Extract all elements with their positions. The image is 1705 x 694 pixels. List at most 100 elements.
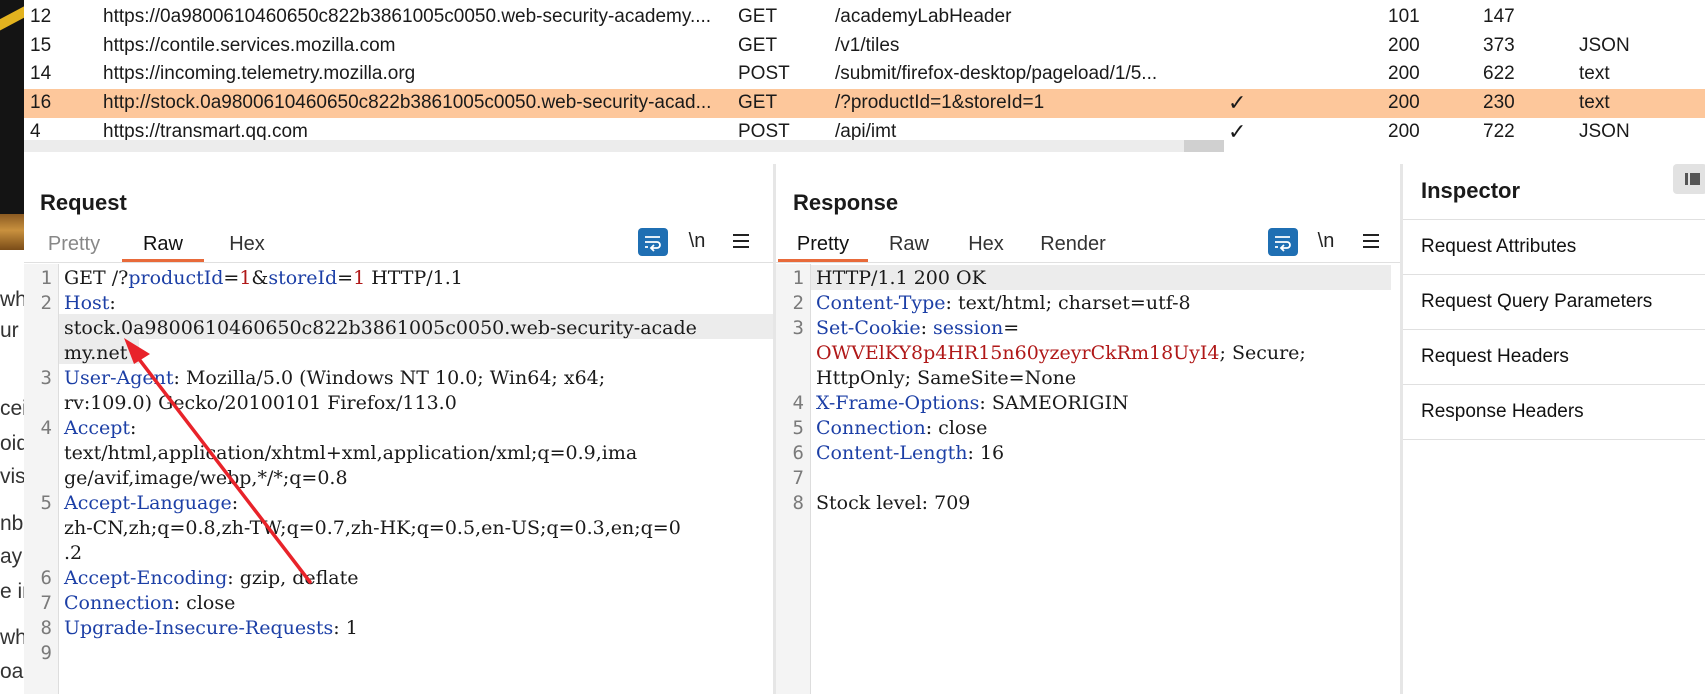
background-text-fragment: whe bbox=[0, 626, 24, 649]
wrap-lines-button[interactable] bbox=[638, 228, 668, 256]
background-text-fragment: oac bbox=[0, 660, 24, 683]
tab-hex[interactable]: Hex bbox=[214, 226, 280, 262]
line-number: 3 bbox=[40, 367, 52, 389]
header-host-value: stock.0a9800610460650c822b3861005c0050.w… bbox=[64, 317, 697, 339]
param-name: productId bbox=[128, 267, 224, 289]
hamburger-icon bbox=[1363, 234, 1379, 248]
header-content-type: Content-Type: text/html; charset=utf-8 bbox=[816, 291, 1400, 316]
header-connection: Connection: close bbox=[816, 416, 1400, 441]
row-length: 147 bbox=[1483, 6, 1515, 27]
line-number: 4 bbox=[40, 417, 52, 439]
show-newlines-button[interactable]: \n bbox=[1311, 226, 1341, 256]
header-host-value-wrap: my.net bbox=[64, 342, 128, 364]
inspector-collapse-button[interactable] bbox=[1673, 164, 1705, 194]
response-title: Response bbox=[793, 190, 899, 215]
tab-pretty[interactable]: Pretty bbox=[778, 226, 868, 262]
row-edited-check: ✓ bbox=[1228, 119, 1247, 140]
header-key: User-Agent bbox=[64, 367, 174, 389]
row-edited-check: ✓ bbox=[1228, 90, 1247, 115]
row-id: 15 bbox=[30, 35, 52, 56]
header-key: Content-Length bbox=[816, 442, 968, 464]
background-text-fragment: nbo bbox=[0, 512, 24, 535]
response-pane: Response Pretty Raw Hex Render \n 1 2 3 … bbox=[776, 164, 1400, 694]
request-pane: Request Pretty Raw Hex \n 1 2 3 4 5 6 7 … bbox=[24, 164, 773, 694]
tab-hex[interactable]: Hex bbox=[954, 226, 1018, 262]
response-editor[interactable]: 1 2 3 4 5 6 7 8 HTTP/1.1 200 OK Content-… bbox=[776, 264, 1400, 694]
code-text: : bbox=[130, 417, 137, 439]
row-url: /?productId=1&storeId=1 bbox=[835, 92, 1045, 113]
background-text-fragment: vish bbox=[0, 465, 24, 488]
wrap-lines-button[interactable] bbox=[1268, 228, 1298, 256]
tab-pretty[interactable]: Pretty bbox=[34, 226, 114, 262]
row-status: 200 bbox=[1388, 35, 1420, 56]
row-status: 200 bbox=[1388, 121, 1420, 140]
wrap-icon bbox=[645, 236, 661, 252]
line-number: 3 bbox=[792, 317, 804, 339]
table-row[interactable]: 15 https://contile.services.mozilla.com … bbox=[24, 32, 1705, 61]
row-method: GET bbox=[738, 6, 778, 27]
header-accept-language-wrap: .2 bbox=[64, 542, 83, 564]
background-text-fragment: ur bbox=[0, 319, 19, 342]
header-accept-language: Accept-Language: bbox=[64, 491, 773, 516]
header-value: : Mozilla/5.0 (Windows NT 10.0; Win64; x… bbox=[173, 367, 606, 389]
param-name: storeId bbox=[268, 267, 338, 289]
row-url: /submit/firefox-desktop/pageload/1/5... bbox=[835, 63, 1158, 84]
code-text: HTTP/1.1 bbox=[365, 267, 463, 289]
inspector-item-response-headers[interactable]: Response Headers bbox=[1421, 384, 1701, 439]
row-length: 622 bbox=[1483, 63, 1515, 84]
row-length: 373 bbox=[1483, 35, 1515, 56]
response-menu-button[interactable] bbox=[1356, 226, 1386, 256]
background-window-strip: wh ur cei oid vish nbo ay e in whe oac bbox=[0, 0, 24, 694]
row-status: 200 bbox=[1388, 92, 1420, 113]
row-method: GET bbox=[738, 35, 778, 56]
header-value: : gzip, deflate bbox=[227, 567, 359, 589]
header-accept: Accept: bbox=[64, 416, 773, 441]
request-menu-button[interactable] bbox=[726, 226, 756, 256]
table-row[interactable]: 4 https://transmart.qq.com POST /api/imt… bbox=[24, 118, 1705, 140]
tab-raw[interactable]: Raw bbox=[122, 226, 204, 262]
table-row[interactable]: 14 https://incoming.telemetry.mozilla.or… bbox=[24, 60, 1705, 89]
code-text: : bbox=[920, 317, 934, 339]
row-mime: text bbox=[1579, 92, 1610, 113]
row-id: 4 bbox=[30, 121, 41, 140]
header-key: Upgrade-Insecure-Requests bbox=[64, 617, 334, 639]
header-value: : SAMEORIGIN bbox=[979, 392, 1129, 414]
row-id: 12 bbox=[30, 6, 52, 27]
tab-render[interactable]: Render bbox=[1028, 226, 1118, 262]
inspector-item-request-attributes[interactable]: Request Attributes bbox=[1421, 219, 1701, 274]
line-number: 4 bbox=[792, 392, 804, 414]
header-key: Content-Type bbox=[816, 292, 946, 314]
line-number: 8 bbox=[40, 617, 52, 639]
table-row[interactable]: 12 https://0a9800610460650c822b3861005c0… bbox=[24, 3, 1705, 32]
show-newlines-button[interactable]: \n bbox=[682, 226, 712, 256]
row-status: 200 bbox=[1388, 63, 1420, 84]
tabs-divider bbox=[24, 262, 773, 263]
status-line: HTTP/1.1 200 OK bbox=[816, 267, 986, 289]
cookie-value: OWVElKY8p4HR15n60yzeyrCkRm18UyI4 bbox=[816, 342, 1220, 364]
param-value: 1 bbox=[353, 267, 366, 289]
line-number: 9 bbox=[40, 642, 52, 664]
line-number: 2 bbox=[40, 292, 52, 314]
row-method: GET bbox=[738, 92, 778, 113]
inspector-item-request-headers[interactable]: Request Headers bbox=[1421, 329, 1701, 384]
code-text: = bbox=[337, 267, 354, 289]
scrollbar-thumb[interactable] bbox=[1184, 140, 1224, 152]
wrap-icon bbox=[1275, 236, 1291, 252]
inspector-item-request-query-parameters[interactable]: Request Query Parameters bbox=[1421, 274, 1701, 329]
history-horizontal-scrollbar[interactable] bbox=[24, 140, 1224, 152]
row-length: 230 bbox=[1483, 92, 1515, 113]
header-key: Accept bbox=[64, 417, 131, 439]
header-accept-language-value: zh-CN,zh;q=0.8,zh-TW;q=0.7,zh-HK;q=0.5,e… bbox=[64, 517, 681, 539]
tab-raw[interactable]: Raw bbox=[876, 226, 942, 262]
row-mime: JSON bbox=[1579, 35, 1630, 56]
background-dark-area bbox=[0, 0, 24, 250]
table-row-selected[interactable]: 16 http://stock.0a9800610460650c822b3861… bbox=[24, 89, 1705, 118]
header-host: Host: bbox=[64, 291, 773, 316]
request-editor[interactable]: 1 2 3 4 5 6 7 8 9 GET /?productId=1&stor… bbox=[24, 264, 773, 694]
code-text: : bbox=[231, 492, 239, 514]
header-x-frame-options: X-Frame-Options: SAMEORIGIN bbox=[816, 391, 1400, 416]
row-url: /api/imt bbox=[835, 121, 897, 140]
row-id: 16 bbox=[30, 92, 52, 113]
header-value: : 1 bbox=[333, 617, 358, 639]
hamburger-icon bbox=[733, 234, 749, 248]
